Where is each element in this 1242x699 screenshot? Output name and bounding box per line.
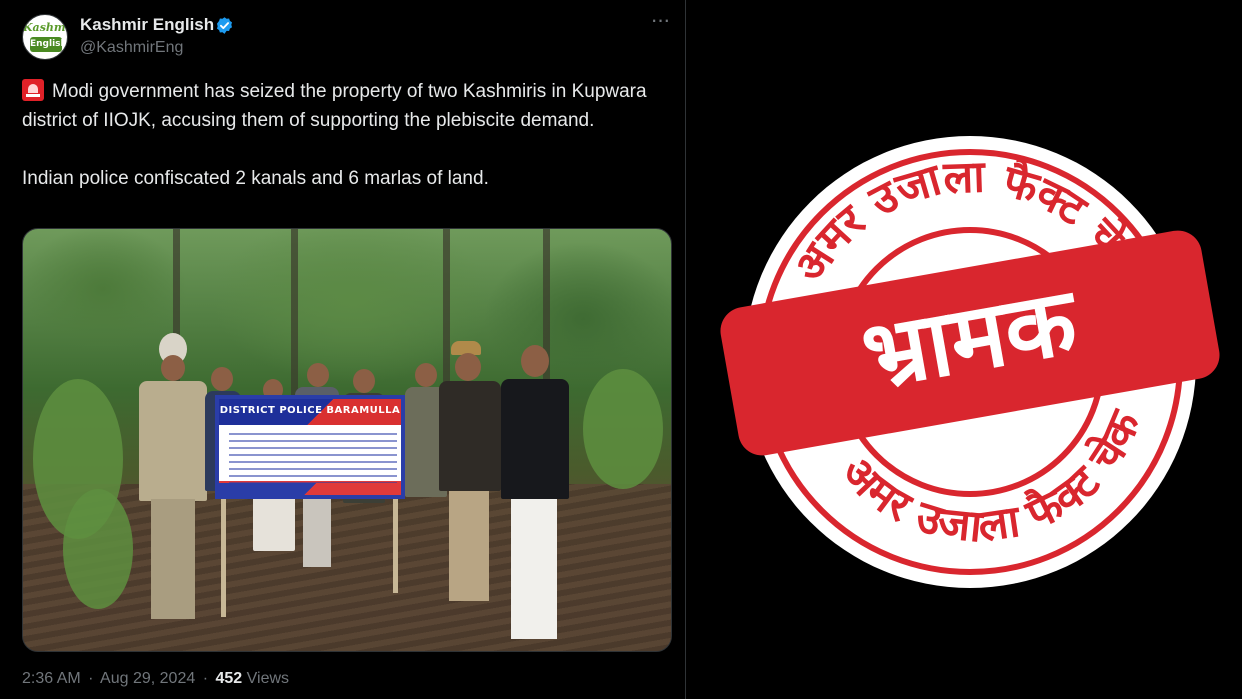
views-count: 452 (215, 670, 243, 687)
tweet-time[interactable]: 2:36 AM (22, 670, 81, 687)
fact-check-stamp: अमर उजाला फैक्ट चेक अमर उजाला फैक्ट चेक … (716, 136, 1224, 588)
sign-pole (393, 497, 398, 593)
tweet-card[interactable]: Kashmir English Kashmir English @Kashmir… (0, 0, 686, 699)
police-signboard: DISTRICT POLICE BARAMULLA (215, 395, 405, 499)
avatar-logo-text-top: Kashmir (23, 21, 67, 34)
more-horizontal-icon[interactable]: ··· (648, 9, 672, 34)
person-officer (133, 329, 213, 629)
tweet-text-paragraph-2: Indian police confiscated 2 kanals and 6… (22, 168, 489, 189)
sign-stripe (219, 483, 401, 495)
views-label: Views (246, 670, 290, 687)
tweet-photo[interactable]: DISTRICT POLICE BARAMULLA (22, 228, 672, 652)
verified-badge-icon (216, 17, 233, 34)
tweet-text-paragraph-1: Modi government has seized the property … (22, 81, 647, 131)
tweet-date[interactable]: Aug 29, 2024 (100, 670, 195, 687)
plant (63, 489, 133, 609)
person (493, 345, 577, 645)
display-name[interactable]: Kashmir English (80, 15, 214, 35)
sign-text-lines (229, 433, 397, 487)
tweet-text: Modi government has seized the property … (22, 77, 662, 193)
user-handle[interactable]: @KashmirEng (80, 39, 183, 57)
avatar[interactable]: Kashmir English (22, 14, 68, 60)
meta-separator: · (88, 670, 94, 687)
sign-pole (221, 497, 226, 617)
tweet-meta: 2:36 AM · Aug 29, 2024 · 452 Views (22, 670, 289, 688)
meta-separator: · (202, 670, 209, 687)
sign-title: DISTRICT POLICE BARAMULLA (219, 405, 401, 416)
plant (583, 369, 663, 489)
avatar-logo-text-bottom: English (30, 37, 67, 52)
